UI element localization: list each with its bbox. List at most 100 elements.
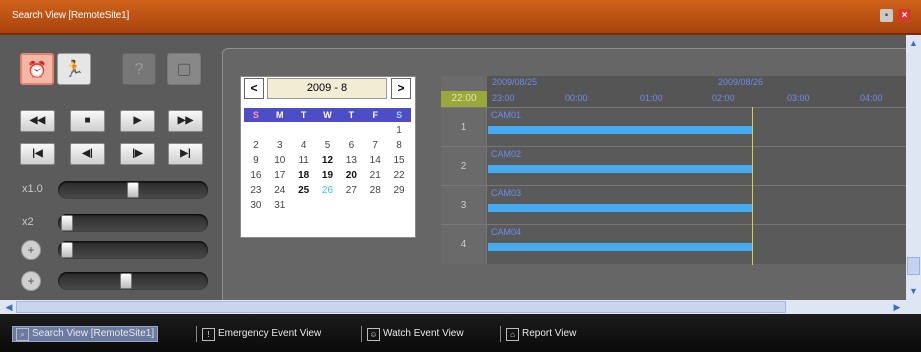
disabled-mode-button[interactable]: ? <box>122 53 156 85</box>
task-watch-event-view[interactable]: ☺ Watch Event View <box>367 326 464 342</box>
slider-knob[interactable] <box>120 273 133 289</box>
scroll-up-icon[interactable]: ▲ <box>907 37 920 50</box>
speed-label: x1.0 <box>22 183 43 195</box>
calendar-day[interactable]: 12 <box>316 154 340 168</box>
calendar-day[interactable]: 25 <box>292 184 316 198</box>
timeline-zoom-controls[interactable] <box>441 76 487 91</box>
prev-month-button[interactable]: < <box>244 78 264 99</box>
task-search-view[interactable]: ⌕ Search View [RemoteSite1] <box>12 326 159 342</box>
recording-bar[interactable] <box>488 165 752 173</box>
vertical-scrollbar[interactable]: ▲ ▼ <box>906 35 921 300</box>
calendar-weekday-header: SMTWTFS <box>244 108 411 122</box>
step-forward-button[interactable]: |▶ <box>120 143 155 165</box>
vertical-scroll-thumb[interactable] <box>907 257 920 275</box>
channel-name: CAM02 <box>491 149 522 159</box>
close-icon[interactable]: × <box>898 9 911 22</box>
calendar-day[interactable]: 28 <box>363 184 387 198</box>
fast-rewind-button[interactable]: ◀◀ <box>20 110 55 132</box>
calendar-day[interactable]: 24 <box>268 184 292 198</box>
step-back-icon: ◀| <box>82 148 93 159</box>
calendar-day[interactable]: 13 <box>339 154 363 168</box>
calendar-day[interactable]: 26 <box>316 184 340 198</box>
slider-knob[interactable] <box>61 242 73 258</box>
calendar-day[interactable]: 29 <box>387 184 411 198</box>
calendar-day[interactable]: 19 <box>316 169 340 183</box>
timeline-row[interactable]: 4 CAM04 <box>441 224 906 264</box>
scroll-left-icon[interactable]: ◀ <box>2 300 16 314</box>
stop-button[interactable]: ■ <box>70 110 105 132</box>
fast-forward-button[interactable]: ▶▶ <box>168 110 203 132</box>
speed2-slider[interactable] <box>58 214 208 232</box>
calendar-day[interactable]: 27 <box>339 184 363 198</box>
slider-knob[interactable] <box>61 215 73 231</box>
channel-number: 3 <box>441 186 487 225</box>
next-month-button[interactable]: > <box>391 78 411 99</box>
calendar-day[interactable]: 3 <box>268 139 292 153</box>
motion-mode-button[interactable]: 🏃 <box>57 53 91 85</box>
calendar-day[interactable]: 31 <box>268 199 292 213</box>
calendar-day[interactable]: 22 <box>387 169 411 183</box>
calendar-day[interactable]: 6 <box>339 139 363 153</box>
calendar-day[interactable]: 17 <box>268 169 292 183</box>
weekday-label: S <box>396 110 403 120</box>
task-emergency-event-view[interactable]: ! Emergency Event View <box>202 326 321 342</box>
window-title: Search View [RemoteSite1] <box>12 10 130 21</box>
calendar-day[interactable]: 9 <box>244 154 268 168</box>
calendar-day[interactable]: 20 <box>339 169 363 183</box>
calendar-day[interactable]: 11 <box>292 154 316 168</box>
calendar-day[interactable]: 14 <box>363 154 387 168</box>
divider <box>361 326 362 342</box>
step-back-button[interactable]: ◀| <box>70 143 105 165</box>
timeline-row[interactable]: 2 CAM02 <box>441 146 906 186</box>
calendar-day[interactable]: 7 <box>363 139 387 153</box>
timeline-cursor[interactable] <box>752 107 753 265</box>
calendar-day[interactable]: 18 <box>292 169 316 183</box>
calendar-day[interactable]: 21 <box>363 169 387 183</box>
calendar-day[interactable]: 2 <box>244 139 268 153</box>
plus-circle-icon[interactable]: + <box>21 240 41 260</box>
go-to-start-button[interactable]: |◀ <box>20 143 55 165</box>
running-man-icon: 🏃 <box>64 61 84 78</box>
calendar-day[interactable]: 23 <box>244 184 268 198</box>
alarm-mode-button[interactable]: ⏰ <box>20 53 54 85</box>
calendar-day[interactable]: 8 <box>387 139 411 153</box>
pin-icon[interactable]: ▪ <box>880 9 893 22</box>
calendar-day[interactable]: 16 <box>244 169 268 183</box>
calendar-day[interactable]: 15 <box>387 154 411 168</box>
speed-slider[interactable] <box>58 181 208 199</box>
calendar-empty <box>339 124 363 138</box>
go-to-end-button[interactable]: ▶| <box>168 143 203 165</box>
calendar-day[interactable]: 1 <box>387 124 411 138</box>
calendar-day[interactable]: 10 <box>268 154 292 168</box>
calendar-empty <box>244 124 268 138</box>
channel-number: 4 <box>441 225 487 264</box>
task-report-view[interactable]: ⌂ Report View <box>506 326 576 342</box>
disabled-file-button[interactable]: ▢ <box>167 53 201 85</box>
scroll-down-icon[interactable]: ▼ <box>907 285 920 298</box>
recording-bar[interactable] <box>488 204 752 212</box>
timeline-tick: 02:00 <box>712 93 735 103</box>
timeline-tick: 01:00 <box>640 93 663 103</box>
adjust-slider-1[interactable] <box>58 241 208 259</box>
timeline-tick: 23:00 <box>492 93 515 103</box>
adjust-slider-2[interactable] <box>58 272 208 290</box>
slider-knob[interactable] <box>127 182 139 198</box>
scroll-right-icon[interactable]: ▶ <box>890 300 904 314</box>
recording-bar[interactable] <box>488 243 752 251</box>
speed2-label: x2 <box>22 216 34 228</box>
calendar-empty <box>292 124 316 138</box>
channel-name: CAM04 <box>491 227 522 237</box>
timeline-row[interactable]: 3 CAM03 <box>441 185 906 225</box>
timeline-row[interactable]: 1 CAM01 <box>441 107 906 147</box>
weekday-label: F <box>372 110 378 120</box>
horizontal-scrollbar[interactable]: ◀ ▶ <box>0 300 921 314</box>
horizontal-scroll-thumb[interactable] <box>16 301 786 313</box>
play-button[interactable]: ▶ <box>120 110 155 132</box>
search-view-icon: ⌕ <box>16 327 29 341</box>
task-label: Report View <box>522 328 577 339</box>
calendar-day[interactable]: 30 <box>244 199 268 213</box>
calendar-day[interactable]: 5 <box>316 139 340 153</box>
plus-circle-icon[interactable]: + <box>21 271 41 291</box>
calendar-day[interactable]: 4 <box>292 139 316 153</box>
recording-bar[interactable] <box>488 126 752 134</box>
